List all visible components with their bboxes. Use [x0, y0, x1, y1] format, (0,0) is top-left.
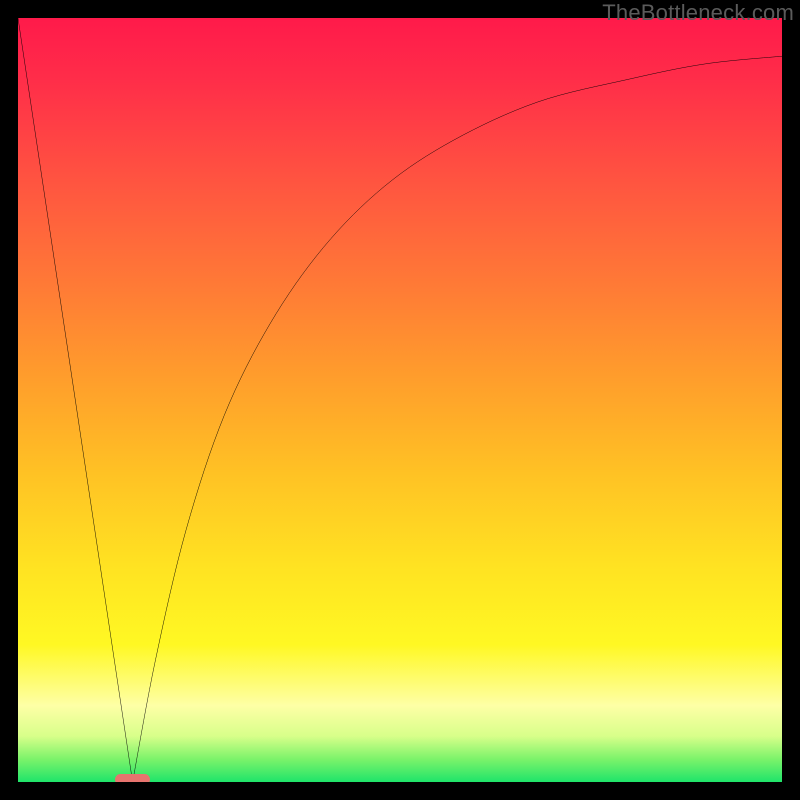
- watermark-text: TheBottleneck.com: [602, 0, 794, 26]
- curve-right-segment: [133, 56, 782, 782]
- curve-left-segment: [18, 18, 133, 782]
- bottleneck-curve: [18, 18, 782, 782]
- plot-area: [18, 18, 782, 782]
- chart-frame: TheBottleneck.com: [0, 0, 800, 800]
- minimum-marker: [115, 774, 149, 782]
